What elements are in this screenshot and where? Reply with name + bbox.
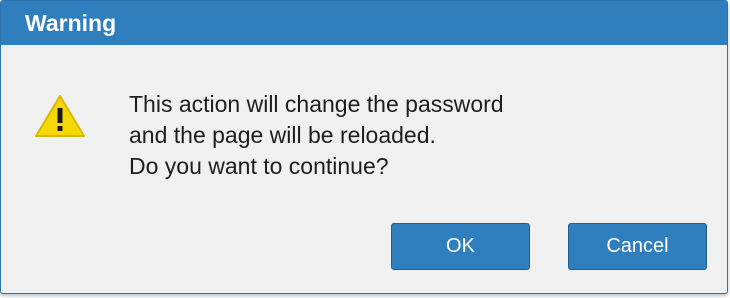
cancel-button[interactable]: Cancel [568, 223, 707, 270]
dialog-title: Warning [25, 10, 117, 36]
dialog-titlebar[interactable]: Warning [1, 1, 727, 45]
ok-button[interactable]: OK [391, 223, 530, 270]
message-line: and the page will be reloaded. [129, 122, 436, 148]
dialog-message: This action will change the password and… [129, 89, 504, 182]
message-line: Do you want to continue? [129, 153, 389, 179]
warning-triangle-icon [34, 93, 86, 139]
warning-dialog: Warning This action will change the pass… [0, 0, 728, 294]
message-line: This action will change the password [129, 91, 504, 117]
